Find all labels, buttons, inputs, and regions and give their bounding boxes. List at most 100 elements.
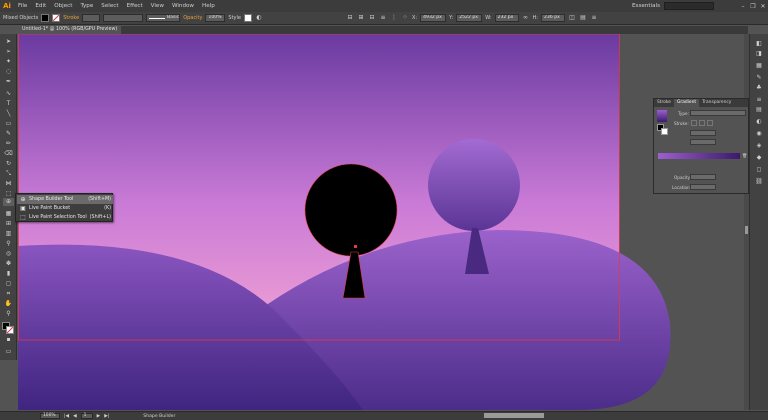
flyout-item-shape-builder[interactable]: ⊕ Shape Builder Tool (Shift+M): [17, 195, 113, 204]
blend-tool-icon[interactable]: ◎: [3, 250, 14, 258]
close-button[interactable]: ✕: [758, 3, 768, 10]
curvature-tool-icon[interactable]: ∿: [3, 90, 14, 98]
align-icon[interactable]: ⊟: [346, 14, 354, 22]
gradient-panel-icon[interactable]: ▤: [754, 106, 764, 114]
last-artboard-icon[interactable]: ▶|: [104, 414, 109, 419]
zoom-field[interactable]: 100%: [40, 413, 60, 419]
menu-help[interactable]: Help: [198, 0, 219, 12]
scale-tool-icon[interactable]: ⤡: [3, 170, 14, 178]
trash-icon[interactable]: 🗑: [742, 153, 747, 159]
gradient-tool-icon[interactable]: ▥: [3, 230, 14, 238]
distribute-v-icon[interactable]: ⋮: [390, 14, 398, 22]
type-dropdown[interactable]: [690, 110, 746, 116]
h-field[interactable]: 236 px: [540, 14, 565, 22]
transform-grid-icon[interactable]: ⁘: [401, 14, 409, 22]
stroke-weight-field[interactable]: [82, 14, 101, 22]
selection-anchor[interactable]: [354, 245, 357, 248]
gradient-stroke-swatch[interactable]: [661, 128, 668, 135]
constrain-link-icon[interactable]: ∞: [522, 14, 530, 22]
hand-tool-icon[interactable]: ✋: [3, 300, 14, 308]
type-tool-icon[interactable]: T: [3, 100, 14, 108]
eyedropper-tool-icon[interactable]: ⚲: [3, 240, 14, 248]
isolate-icon[interactable]: ▤: [579, 14, 587, 22]
color-mode-icon[interactable]: ▪: [3, 336, 14, 344]
opacity-field[interactable]: [690, 174, 716, 180]
document-tab[interactable]: Untitled-1* @ 100% (RGB/GPU Preview): [18, 26, 122, 34]
menu-select[interactable]: Select: [97, 0, 122, 12]
workspace-switcher[interactable]: Essentials: [632, 3, 660, 9]
paintbrush-tool-icon[interactable]: ✎: [3, 130, 14, 138]
x-field[interactable]: 4932 px: [420, 14, 447, 22]
vertical-scroll-thumb[interactable]: [745, 226, 748, 234]
black-tree-crown[interactable]: [304, 163, 398, 257]
angle-field[interactable]: [690, 130, 716, 136]
next-artboard-icon[interactable]: ▶: [97, 414, 101, 419]
menu-icon[interactable]: ≡: [590, 14, 598, 22]
graphic-styles-icon[interactable]: ◈: [754, 142, 764, 150]
gradient-thumbnail[interactable]: [657, 110, 667, 122]
menu-edit[interactable]: Edit: [31, 0, 50, 12]
prev-artboard-icon[interactable]: ◀: [73, 414, 77, 419]
links-panel-icon[interactable]: ⛓: [754, 178, 764, 186]
slice-tool-icon[interactable]: ⌗: [3, 290, 14, 298]
location-field[interactable]: [690, 184, 716, 190]
distribute-icon[interactable]: ≡: [379, 14, 387, 22]
transform-icon[interactable]: ◫: [568, 14, 576, 22]
pen-tool-icon[interactable]: ✒: [3, 78, 14, 86]
column-graph-tool-icon[interactable]: ▮: [3, 270, 14, 278]
opacity-label[interactable]: Opacity: [183, 15, 202, 21]
stroke-across-icon[interactable]: [707, 120, 713, 126]
canvas[interactable]: [18, 34, 748, 410]
mesh-tool-icon[interactable]: ⊞: [3, 220, 14, 228]
rotate-tool-icon[interactable]: ↻: [3, 160, 14, 168]
perspective-grid-tool-icon[interactable]: ▦: [3, 210, 14, 218]
variable-width-profile[interactable]: [103, 14, 144, 22]
artwork[interactable]: [18, 34, 748, 410]
color-panel-icon[interactable]: ◧: [754, 40, 764, 48]
eraser-tool-icon[interactable]: ⌫: [3, 150, 14, 158]
stroke-panel-icon[interactable]: ≡: [754, 96, 764, 104]
menu-view[interactable]: View: [147, 0, 168, 12]
swatches-panel-icon[interactable]: ▦: [754, 62, 764, 70]
stroke-within-icon[interactable]: [691, 120, 697, 126]
brush-definition[interactable]: Basic: [146, 14, 181, 22]
stroke-label[interactable]: Stroke: [63, 15, 79, 21]
tab-transparency[interactable]: Transparency: [699, 99, 734, 107]
zoom-tool-icon[interactable]: ⚲: [3, 310, 14, 318]
layers-panel-icon[interactable]: ◆: [754, 154, 764, 162]
menu-file[interactable]: File: [14, 0, 31, 12]
artboard-tool-icon[interactable]: ◻: [3, 280, 14, 288]
aspect-ratio-field[interactable]: [690, 139, 716, 145]
gradient-slider[interactable]: [658, 153, 740, 159]
stroke-along-icon[interactable]: [699, 120, 705, 126]
direct-selection-tool-icon[interactable]: ➢: [3, 48, 14, 56]
symbol-sprayer-tool-icon[interactable]: ✽: [3, 260, 14, 268]
search-input[interactable]: [664, 2, 714, 10]
shape-builder-tool-icon[interactable]: ⊕: [3, 198, 14, 206]
transparency-panel-icon[interactable]: ◐: [754, 118, 764, 126]
menu-type[interactable]: Type: [76, 0, 97, 12]
tab-gradient[interactable]: Gradient: [674, 99, 700, 107]
flyout-item-live-paint-bucket[interactable]: ▣ Live Paint Bucket (K): [17, 204, 113, 213]
free-transform-tool-icon[interactable]: ⬚: [3, 190, 14, 198]
purple-tree-crown[interactable]: [428, 139, 520, 231]
menu-object[interactable]: Object: [50, 0, 76, 12]
rectangle-tool-icon[interactable]: ▭: [3, 120, 14, 128]
appearance-panel-icon[interactable]: ◉: [754, 130, 764, 138]
menu-window[interactable]: Window: [168, 0, 198, 12]
menu-effect[interactable]: Effect: [123, 0, 147, 12]
symbols-panel-icon[interactable]: ♣: [754, 84, 764, 92]
stroke-color-swatch[interactable]: [6, 326, 14, 334]
magic-wand-tool-icon[interactable]: ✦: [3, 58, 14, 66]
lasso-tool-icon[interactable]: ◌: [3, 68, 14, 76]
y-field[interactable]: 2522 px: [456, 14, 483, 22]
align-center-icon[interactable]: ⊞: [357, 14, 365, 22]
recolor-icon[interactable]: ◐: [255, 14, 263, 22]
pencil-tool-icon[interactable]: ✏: [3, 140, 14, 148]
opacity-field[interactable]: 100%: [205, 14, 226, 22]
graphic-style-swatch[interactable]: [243, 14, 252, 22]
maximize-button[interactable]: ❐: [748, 3, 758, 10]
stroke-swatch[interactable]: [52, 14, 61, 22]
screen-mode-icon[interactable]: ▭: [3, 348, 14, 356]
flyout-item-live-paint-selection[interactable]: ⬚ Live Paint Selection Tool (Shift+L): [17, 213, 113, 222]
